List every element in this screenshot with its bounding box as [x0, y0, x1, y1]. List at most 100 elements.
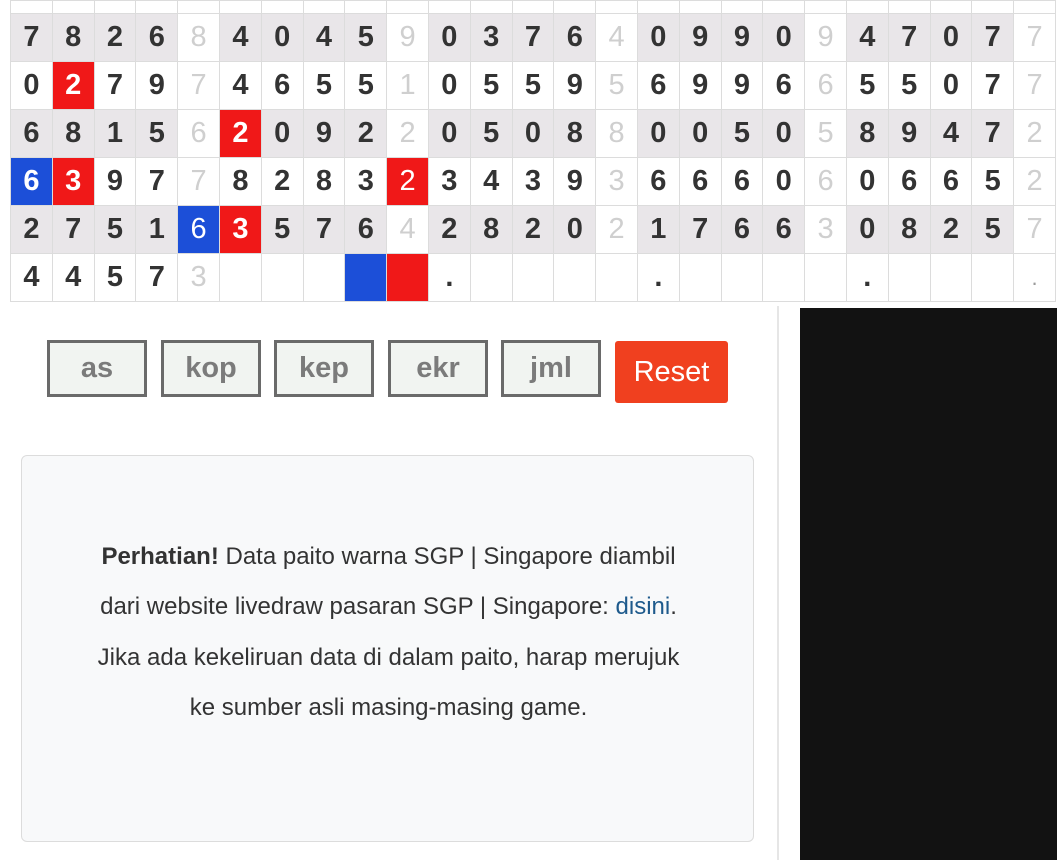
- paito-separator-cell[interactable]: 7: [177, 157, 220, 206]
- paito-separator-cell[interactable]: 2: [386, 157, 429, 206]
- paito-cell[interactable]: .: [636, 253, 680, 302]
- paito-cell[interactable]: 6: [720, 157, 764, 206]
- paito-cell[interactable]: 6: [762, 61, 806, 110]
- as-button[interactable]: as: [47, 340, 147, 397]
- paito-cell[interactable]: 6: [10, 109, 53, 158]
- paito-separator-cell[interactable]: 4: [386, 205, 429, 254]
- paito-separator-cell[interactable]: 7: [1013, 13, 1056, 62]
- paito-cell[interactable]: 7: [51, 205, 95, 254]
- paito-cell[interactable]: 5: [93, 253, 137, 302]
- paito-cell[interactable]: 2: [427, 205, 471, 254]
- paito-cell[interactable]: 8: [51, 109, 95, 158]
- paito-separator-cell[interactable]: 8: [177, 13, 220, 62]
- paito-separator-cell[interactable]: 4: [595, 13, 638, 62]
- paito-cell[interactable]: 4: [218, 13, 262, 62]
- paito-cell[interactable]: 9: [678, 61, 722, 110]
- paito-cell[interactable]: 7: [887, 13, 931, 62]
- paito-cell[interactable]: 0: [553, 205, 597, 254]
- paito-cell[interactable]: 4: [929, 109, 973, 158]
- paito-separator-cell[interactable]: 3: [595, 157, 638, 206]
- paito-cell[interactable]: 9: [720, 13, 764, 62]
- paito-cell[interactable]: 5: [344, 13, 388, 62]
- paito-cell[interactable]: 0: [636, 109, 680, 158]
- paito-separator-cell[interactable]: 5: [804, 109, 847, 158]
- paito-cell[interactable]: 9: [553, 61, 597, 110]
- paito-cell[interactable]: [344, 253, 388, 302]
- paito-cell[interactable]: 7: [971, 109, 1015, 158]
- paito-cell[interactable]: 2: [929, 205, 973, 254]
- paito-cell[interactable]: 2: [344, 109, 388, 158]
- paito-cell[interactable]: 0: [845, 157, 889, 206]
- source-link[interactable]: disini: [616, 593, 671, 620]
- paito-cell[interactable]: 6: [636, 61, 680, 110]
- paito-cell[interactable]: 7: [302, 205, 346, 254]
- paito-cell[interactable]: 8: [218, 157, 262, 206]
- paito-cell[interactable]: 4: [469, 157, 513, 206]
- paito-separator-cell[interactable]: 1: [386, 61, 429, 110]
- paito-cell[interactable]: 9: [887, 109, 931, 158]
- paito-cell[interactable]: 0: [762, 109, 806, 158]
- jml-button[interactable]: jml: [501, 340, 601, 397]
- paito-separator-cell[interactable]: 3: [804, 205, 847, 254]
- paito-cell[interactable]: 5: [845, 61, 889, 110]
- paito-cell[interactable]: 6: [887, 157, 931, 206]
- paito-cell[interactable]: 7: [511, 13, 555, 62]
- paito-cell[interactable]: 8: [553, 109, 597, 158]
- paito-cell[interactable]: 7: [93, 61, 137, 110]
- paito-cell[interactable]: 8: [302, 157, 346, 206]
- paito-cell[interactable]: 2: [10, 205, 53, 254]
- paito-separator-cell[interactable]: 2: [595, 205, 638, 254]
- paito-cell[interactable]: 7: [971, 61, 1015, 110]
- paito-cell[interactable]: [218, 253, 262, 302]
- paito-cell[interactable]: 7: [135, 253, 179, 302]
- paito-cell[interactable]: 2: [260, 157, 304, 206]
- paito-cell[interactable]: 8: [469, 205, 513, 254]
- paito-separator-cell[interactable]: 2: [386, 109, 429, 158]
- paito-cell[interactable]: 3: [51, 157, 95, 206]
- kep-button[interactable]: kep: [274, 340, 374, 397]
- paito-separator-cell[interactable]: 6: [177, 205, 220, 254]
- paito-cell[interactable]: 6: [720, 205, 764, 254]
- paito-separator-cell[interactable]: 2: [1013, 157, 1056, 206]
- paito-cell[interactable]: 6: [678, 157, 722, 206]
- paito-cell[interactable]: 0: [10, 61, 53, 110]
- paito-cell[interactable]: 5: [720, 109, 764, 158]
- paito-separator-cell[interactable]: 9: [386, 13, 429, 62]
- paito-cell[interactable]: 0: [762, 157, 806, 206]
- paito-cell[interactable]: 5: [302, 61, 346, 110]
- paito-cell[interactable]: 6: [553, 13, 597, 62]
- paito-cell[interactable]: 2: [93, 13, 137, 62]
- paito-separator-cell[interactable]: 5: [595, 61, 638, 110]
- paito-cell[interactable]: 0: [678, 109, 722, 158]
- paito-cell[interactable]: [511, 253, 555, 302]
- paito-cell[interactable]: 9: [720, 61, 764, 110]
- paito-cell[interactable]: 4: [302, 13, 346, 62]
- paito-cell[interactable]: 4: [51, 253, 95, 302]
- paito-cell[interactable]: 5: [971, 157, 1015, 206]
- paito-cell[interactable]: 0: [260, 13, 304, 62]
- paito-cell[interactable]: 6: [135, 13, 179, 62]
- paito-cell[interactable]: 2: [511, 205, 555, 254]
- paito-cell[interactable]: 6: [10, 157, 53, 206]
- paito-cell[interactable]: 0: [511, 109, 555, 158]
- paito-cell[interactable]: 9: [93, 157, 137, 206]
- paito-cell[interactable]: 3: [511, 157, 555, 206]
- paito-cell[interactable]: 1: [93, 109, 137, 158]
- paito-cell[interactable]: 6: [762, 205, 806, 254]
- paito-cell[interactable]: 4: [845, 13, 889, 62]
- paito-cell[interactable]: [762, 253, 806, 302]
- paito-cell[interactable]: 9: [135, 61, 179, 110]
- paito-cell[interactable]: 3: [427, 157, 471, 206]
- paito-separator-cell[interactable]: 8: [595, 109, 638, 158]
- paito-cell[interactable]: 0: [427, 13, 471, 62]
- paito-cell[interactable]: 3: [469, 13, 513, 62]
- paito-cell[interactable]: 0: [427, 61, 471, 110]
- paito-separator-cell[interactable]: 6: [804, 61, 847, 110]
- paito-cell[interactable]: 5: [469, 61, 513, 110]
- paito-cell[interactable]: 1: [636, 205, 680, 254]
- paito-cell[interactable]: 4: [218, 61, 262, 110]
- paito-cell[interactable]: 9: [302, 109, 346, 158]
- paito-cell[interactable]: 0: [929, 61, 973, 110]
- paito-cell[interactable]: [260, 253, 304, 302]
- paito-cell[interactable]: 8: [51, 13, 95, 62]
